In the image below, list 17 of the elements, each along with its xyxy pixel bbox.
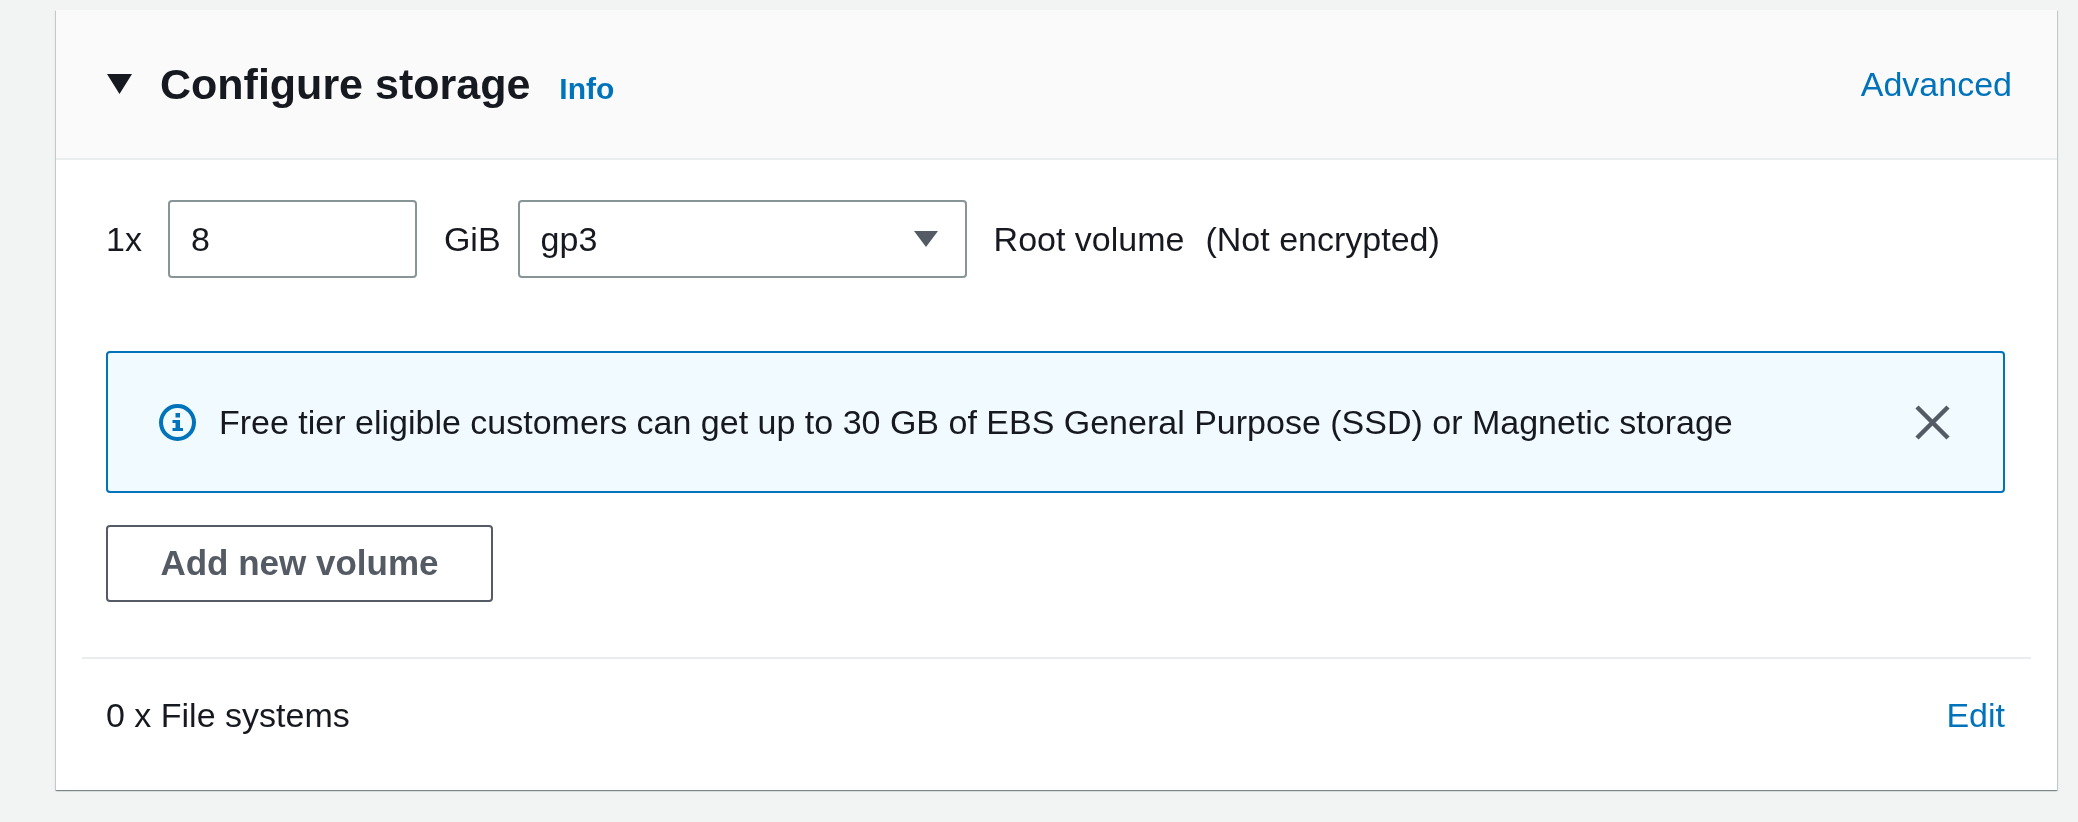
size-input[interactable]: 8 <box>167 200 417 278</box>
advanced-link[interactable]: Advanced <box>1860 67 2012 101</box>
info-icon <box>159 403 196 441</box>
volume-count: 1x <box>106 218 142 260</box>
volume-label: Root volume <box>993 218 1185 260</box>
info-link[interactable]: Info <box>559 73 615 104</box>
close-icon[interactable] <box>1915 404 1950 440</box>
size-unit: GiB <box>443 218 501 260</box>
volume-type-select[interactable]: gp3 <box>517 200 967 278</box>
edit-link[interactable]: Edit <box>1946 689 2005 741</box>
caret-icon <box>913 231 938 247</box>
encryption-status: (Not encrypted) <box>1205 218 1440 260</box>
alert-message: Free tier eligible customers can get up to 30 GB of EBS General Purpose (SSD) or Magnetic storage <box>219 401 1733 443</box>
add-volume-button[interactable]: Add new volume <box>106 525 493 602</box>
file-systems-summary: 0 x File systems <box>106 694 350 736</box>
caret-icon[interactable] <box>107 74 132 94</box>
section-title: Configure storage <box>160 62 531 106</box>
